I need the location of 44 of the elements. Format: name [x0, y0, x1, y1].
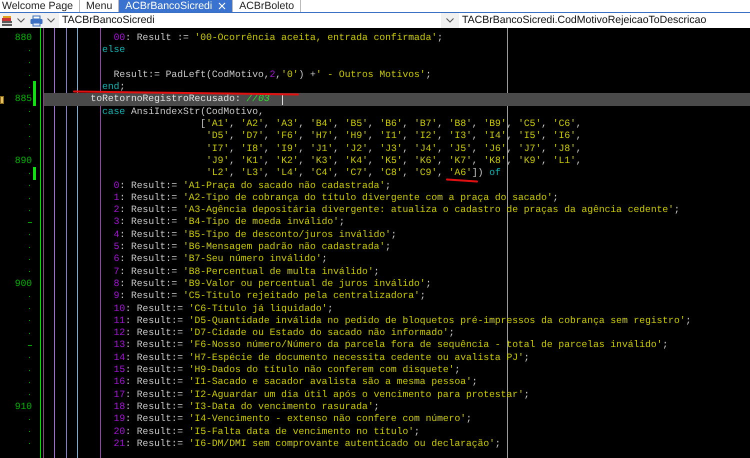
code-line: 8: Result:= 'B9-Valor ou percentual de juros inválido';	[112, 278, 432, 290]
line-number: 910	[14, 400, 32, 414]
tab[interactable]: ACBrBancoSicredi	[119, 0, 234, 12]
line-number: 900	[14, 278, 32, 290]
code-line: 'I7', 'I8', 'I9', 'J1', 'J2', 'J3', 'J4', 'J5', 'J6', 'J7', 'J8',	[205, 142, 582, 155]
code-line: 'D5', 'D7', 'F6', 'H7', 'H9', 'I1', 'I2', 'I3', 'I4', 'I5', 'I6',	[205, 130, 582, 143]
code-line: 5: Result:= 'B6-Mensagem padrão não cadastrada';	[112, 241, 391, 254]
close-icon[interactable]	[218, 2, 226, 10]
code-line: 21: Result:= 'I6-DM/DMI sem comprovante autenticado ou declaração';	[112, 438, 501, 450]
code-line: 4: Result:= 'B5-Tipo de desconto/juros inválido';	[112, 228, 397, 242]
code-line: 20: Result:= 'I5-Falta data de vencimento no título';	[112, 426, 420, 438]
code-line: 'L2', 'L3', 'L4', 'C4', 'C7', 'C8', 'C9', 'A6']) of	[205, 167, 501, 180]
code-line: 0: Result:= 'A1-Praça do sacado não cadastrada';	[112, 180, 391, 192]
code-line: 10: Result:= 'C6-Título já liquidado';	[112, 302, 334, 315]
code-line: 00: Result := '00-Ocorrência aceita, entrada confirmada';	[112, 32, 443, 44]
annotation-stroke	[446, 178, 478, 183]
code-line: 16: Result:= 'I1-Sacado e sacador avalista são a mesma pessoa';	[112, 376, 478, 389]
code-line: case AnsiIndexStr(CodMotivo,	[101, 106, 264, 118]
code-line: else	[101, 44, 126, 57]
code-line: 9: Result:= 'C5-Titulo rejeitado pela centralizadora';	[112, 290, 426, 303]
method-dropdown[interactable]: TACBrBancoSicredi.CodMotivoRejeicaoToDescricao	[459, 13, 750, 28]
code-line: 6: Result:= 'B7-Seu número inválido';	[112, 253, 328, 266]
code-line: 12: Result:= 'D7-Cidade ou Estado do sacado não informado';	[112, 327, 454, 340]
code-line: 3: Result:= 'B4-Tipo de moeda inválido';	[112, 216, 345, 229]
line-number: 880	[14, 32, 32, 44]
line-number: 885	[14, 93, 32, 106]
chevron-icon[interactable]	[446, 18, 454, 23]
code-line: 15: Result:= 'H9-Dados do título não conferem com disquete';	[112, 364, 460, 376]
tab[interactable]: Welcome Page	[0, 0, 80, 12]
stack-icon[interactable]	[1, 14, 13, 26]
code-line: end;	[101, 81, 126, 94]
code-line: Result:= PadLeft(CodMotivo,2,'0') +' - Outros Motivos';	[112, 68, 432, 82]
printer-icon[interactable]	[30, 14, 43, 26]
class-dropdown[interactable]: TACBrBancoSicredi	[59, 13, 441, 28]
code-line: 'J9', 'K1', 'K2', 'K3', 'K4', 'K5', 'K6', 'K7', 'K8', 'K9', 'L1',	[205, 154, 582, 168]
line-number: 890	[14, 154, 32, 168]
code-line: ['A1', 'A2', 'A3', 'B4', 'B5', 'B6', 'B7', 'B8', 'B9', 'C5', 'C6',	[199, 118, 582, 130]
code-line: 1: Result:= 'A2-Tipo de cobrança do título divergente com a praça do sacado';	[112, 192, 558, 204]
code-line: 19: Result:= 'I4-Vencimento - extenso não confere com número';	[112, 413, 472, 426]
code-line: 7: Result:= 'B8-Percentual de multa inválido';	[112, 266, 380, 278]
text-cursor	[282, 94, 283, 106]
code-line: 18: Result:= 'I3-Data do vencimento rasurada';	[112, 400, 380, 414]
chevron-icon[interactable]	[17, 18, 25, 23]
chevron-icon[interactable]	[47, 18, 55, 23]
